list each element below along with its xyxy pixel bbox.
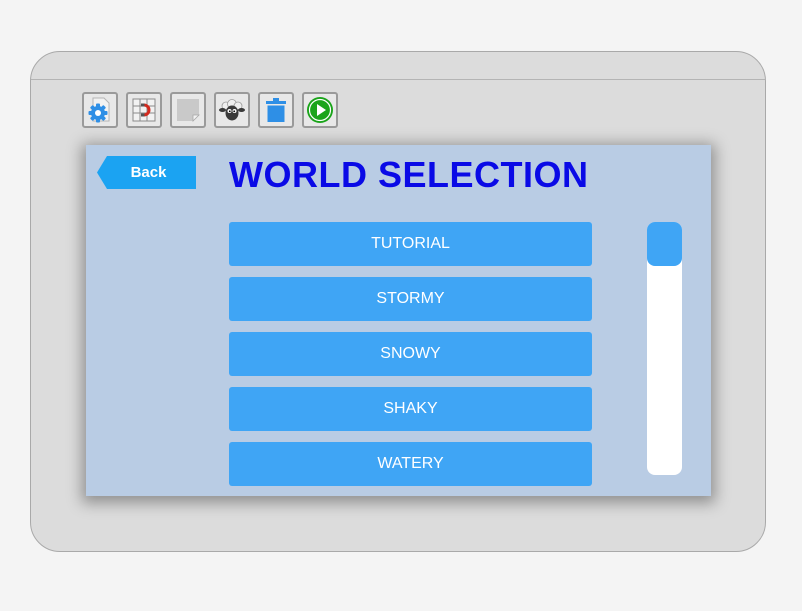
play-button[interactable] [302, 92, 338, 128]
scrollbar-track[interactable] [647, 222, 682, 475]
world-selection-panel: Back WORLD SELECTION TUTORIAL STORMY SNO… [86, 145, 711, 496]
world-list: TUTORIAL STORMY SNOWY SHAKY WATERY [229, 222, 592, 496]
frame-divider [31, 79, 765, 80]
scrollbar-thumb[interactable] [647, 222, 682, 266]
trash-icon [266, 98, 286, 122]
magnet-grid-icon [132, 98, 156, 122]
play-icon [307, 97, 333, 123]
delete-button[interactable] [258, 92, 294, 128]
back-button[interactable]: Back [97, 156, 196, 189]
toolbar [82, 92, 338, 128]
settings-gear-icon [88, 97, 110, 123]
magnet-grid-button[interactable] [126, 92, 162, 128]
world-button-stormy[interactable]: STORMY [229, 277, 592, 321]
world-button-watery[interactable]: WATERY [229, 442, 592, 486]
world-button-shaky[interactable]: SHAKY [229, 387, 592, 431]
world-button-snowy[interactable]: SNOWY [229, 332, 592, 376]
blank-page-button[interactable] [170, 92, 206, 128]
blank-page-icon [177, 99, 200, 122]
settings-button[interactable] [82, 92, 118, 128]
sheep-icon [219, 99, 245, 121]
sheep-button[interactable] [214, 92, 250, 128]
world-button-tutorial[interactable]: TUTORIAL [229, 222, 592, 266]
page-title: WORLD SELECTION [229, 154, 589, 195]
